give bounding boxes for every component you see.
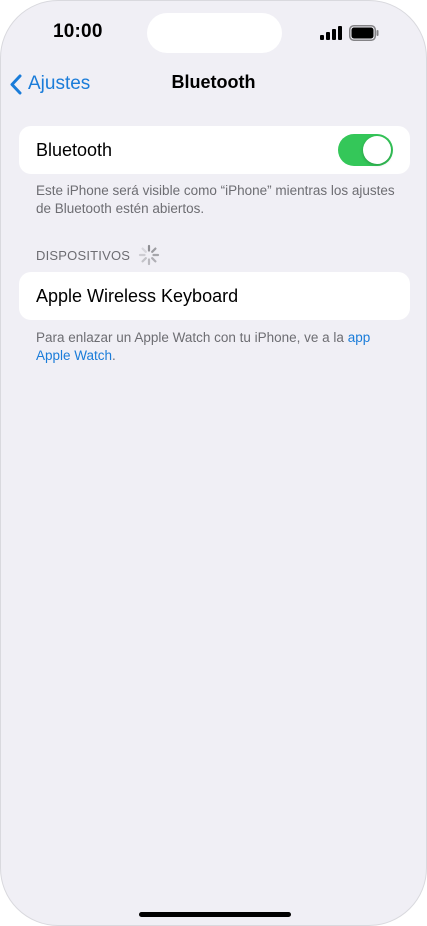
dynamic-island — [147, 13, 282, 53]
toggle-knob — [363, 136, 391, 164]
apple-watch-note: Para enlazar un Apple Watch con tu iPhon… — [36, 329, 396, 365]
visibility-note: Este iPhone será visible como “iPhone” m… — [36, 183, 395, 216]
phone-screen: 10:00 Ajustes Bluetooth Bluetooth Este i… — [0, 0, 427, 926]
bluetooth-row: Bluetooth — [19, 126, 410, 174]
bluetooth-toggle[interactable] — [338, 134, 393, 166]
apple-watch-note-text: Para enlazar un Apple Watch con tu iPhon… — [36, 330, 348, 345]
devices-header-label: DISPOSITIVOS — [36, 247, 131, 263]
device-name: Apple Wireless Keyboard — [36, 285, 239, 306]
status-time: 10:00 — [53, 21, 103, 42]
devices-section-header: DISPOSITIVOS — [36, 244, 160, 266]
home-indicator[interactable] — [139, 912, 291, 917]
bluetooth-label: Bluetooth — [36, 139, 113, 160]
loading-spinner-icon — [139, 244, 160, 266]
cellular-signal-icon — [320, 26, 342, 40]
device-row-apple-wireless-keyboard[interactable]: Apple Wireless Keyboard — [19, 272, 410, 320]
apple-watch-note-suffix: . — [112, 348, 116, 363]
battery-icon — [349, 25, 379, 41]
page-title: Bluetooth — [171, 72, 256, 92]
